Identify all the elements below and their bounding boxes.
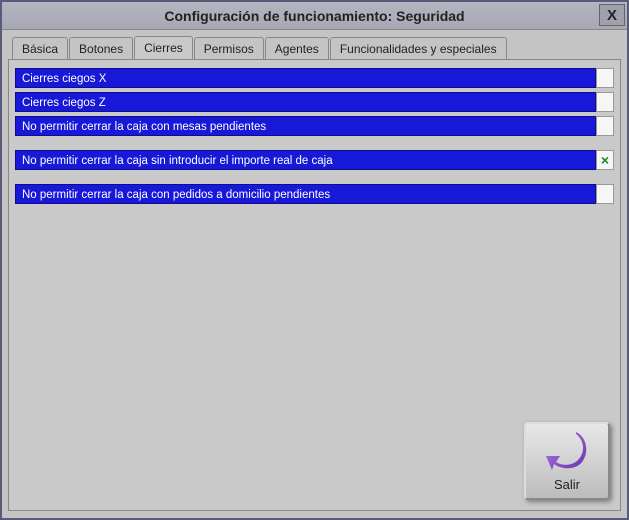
option-check-mesas-pendientes[interactable] [596,116,614,136]
option-row: Cierres ciegos Z [15,92,614,112]
config-window: Configuración de funcionamiento: Segurid… [0,0,629,520]
close-icon: X [607,7,617,24]
client-area: Básica Botones Cierres Permisos Agentes … [2,30,627,518]
spacer [15,140,614,150]
exit-button-label: Salir [554,477,580,492]
option-check-cierres-z[interactable] [596,92,614,112]
option-check-importe-real[interactable]: × [596,150,614,170]
exit-button[interactable]: Salir [524,422,610,500]
tab-label: Funcionalidades y especiales [340,42,497,56]
tab-botones[interactable]: Botones [69,37,133,60]
tab-label: Botones [79,42,123,56]
exit-arrow-icon [544,430,590,475]
option-row: No permitir cerrar la caja con pedidos a… [15,184,614,204]
close-button[interactable]: X [599,4,625,26]
tabstrip: Básica Botones Cierres Permisos Agentes … [12,36,621,59]
option-row: No permitir cerrar la caja con mesas pen… [15,116,614,136]
option-label-domicilio-pendientes: No permitir cerrar la caja con pedidos a… [15,184,596,204]
tab-label: Agentes [275,42,319,56]
option-row: No permitir cerrar la caja sin introduci… [15,150,614,170]
tab-funcionalidades[interactable]: Funcionalidades y especiales [330,37,507,60]
option-label-mesas-pendientes: No permitir cerrar la caja con mesas pen… [15,116,596,136]
option-label-importe-real: No permitir cerrar la caja sin introduci… [15,150,596,170]
spacer [15,174,614,184]
titlebar: Configuración de funcionamiento: Segurid… [2,2,627,30]
tab-permisos[interactable]: Permisos [194,37,264,60]
tab-agentes[interactable]: Agentes [265,37,329,60]
tab-cierres[interactable]: Cierres [134,36,193,59]
tab-label: Cierres [144,41,183,55]
check-icon: × [601,152,609,168]
tab-basica[interactable]: Básica [12,37,68,60]
option-check-cierres-x[interactable] [596,68,614,88]
option-label-cierres-z: Cierres ciegos Z [15,92,596,112]
option-label-cierres-x: Cierres ciegos X [15,68,596,88]
tab-label: Permisos [204,42,254,56]
tab-label: Básica [22,42,58,56]
tab-panel-cierres: Cierres ciegos X Cierres ciegos Z No per… [8,59,621,511]
window-title: Configuración de funcionamiento: Segurid… [164,8,464,24]
option-row: Cierres ciegos X [15,68,614,88]
option-check-domicilio-pendientes[interactable] [596,184,614,204]
